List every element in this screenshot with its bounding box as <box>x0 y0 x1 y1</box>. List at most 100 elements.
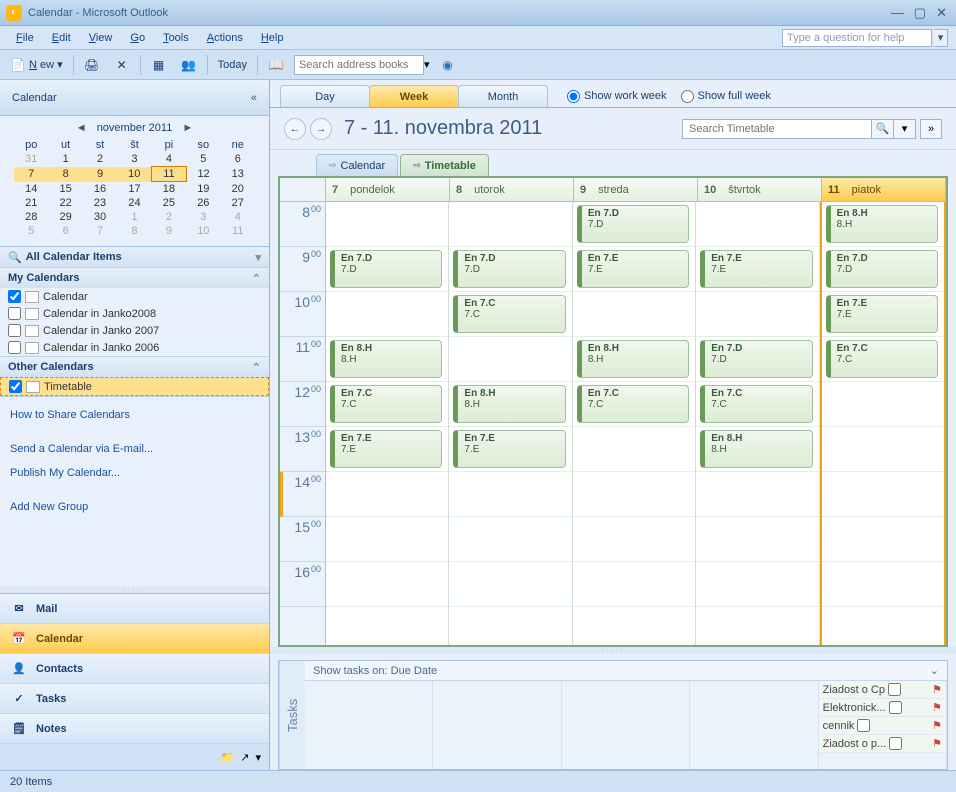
search-dropdown[interactable]: ▾ <box>894 119 916 139</box>
minical-day[interactable]: 6 <box>48 224 82 238</box>
minical-day[interactable]: 9 <box>152 224 186 238</box>
appointment[interactable]: En 7.D7.D <box>330 250 442 288</box>
minical-day[interactable]: 29 <box>48 210 82 224</box>
appointment[interactable]: En 8.H8.H <box>330 340 442 378</box>
show-work-week[interactable]: Show work week <box>567 90 667 103</box>
minical-day[interactable]: 8 <box>48 167 82 182</box>
calendar-item[interactable]: Calendar in Janko2008 <box>0 305 269 322</box>
task-column[interactable] <box>433 681 561 769</box>
minical-day[interactable]: 2 <box>83 152 117 167</box>
prev-month[interactable]: ◄ <box>76 122 87 134</box>
appointment[interactable]: En 7.C7.C <box>577 385 689 423</box>
minimize-button[interactable]: — <box>888 5 907 21</box>
day-column[interactable]: En 7.E7.EEn 7.D7.DEn 7.C7.CEn 8.H8.H <box>696 202 819 645</box>
minical-day[interactable]: 4 <box>152 152 186 167</box>
view-day[interactable]: Day <box>280 85 370 107</box>
nav-notes[interactable]: 🗒Notes <box>0 714 269 744</box>
maximize-button[interactable]: ▢ <box>911 5 929 21</box>
search-button[interactable]: 🔍 <box>872 119 894 139</box>
show-full-week[interactable]: Show full week <box>681 90 771 103</box>
minical-day[interactable]: 31 <box>14 152 48 167</box>
calendar-checkbox[interactable] <box>8 307 21 320</box>
task-checkbox[interactable] <box>857 719 870 732</box>
minical-day[interactable]: 21 <box>14 196 48 210</box>
view-month[interactable]: Month <box>458 85 548 107</box>
today-button[interactable]: Today <box>214 57 251 73</box>
appointment[interactable]: En 7.C7.C <box>700 385 812 423</box>
task-column[interactable] <box>305 681 433 769</box>
minical-day[interactable]: 17 <box>117 182 151 197</box>
minical-day[interactable]: 9 <box>83 167 117 182</box>
minical-day[interactable]: 26 <box>186 196 220 210</box>
next-month[interactable]: ► <box>182 122 193 134</box>
day-column[interactable]: En 7.D7.DEn 7.E7.EEn 8.H8.HEn 7.C7.C <box>573 202 696 645</box>
flag-icon[interactable]: ⚑ <box>932 683 942 696</box>
day-column[interactable]: En 8.H8.HEn 7.D7.DEn 7.E7.EEn 7.C7.C <box>820 202 946 645</box>
appointment[interactable]: En 7.E7.E <box>453 430 565 468</box>
calendar-item[interactable]: Calendar in Janko 2006 <box>0 339 269 356</box>
appointment[interactable]: En 7.E7.E <box>826 295 938 333</box>
appointment[interactable]: En 7.D7.D <box>826 250 938 288</box>
print-button[interactable]: 🖨 <box>80 55 104 75</box>
addressbook-button[interactable]: 📖 <box>264 55 288 75</box>
minical-day[interactable]: 23 <box>83 196 117 210</box>
minical-day[interactable]: 2 <box>152 210 186 224</box>
task-item[interactable]: cennik⚑ <box>819 717 946 735</box>
day-header[interactable]: 11piatok <box>822 178 946 201</box>
calendar-item[interactable]: Calendar <box>0 288 269 305</box>
appointment[interactable]: En 8.H8.H <box>700 430 812 468</box>
minical-day[interactable]: 18 <box>152 182 186 197</box>
minical-day[interactable]: 27 <box>221 196 255 210</box>
minical-day[interactable]: 25 <box>152 196 186 210</box>
minical-day[interactable]: 10 <box>117 167 151 182</box>
minical-day[interactable]: 14 <box>14 182 48 197</box>
flag-icon[interactable]: ⚑ <box>932 719 942 732</box>
day-header[interactable]: 9streda <box>574 178 698 201</box>
address-dropdown[interactable]: ▾ <box>424 58 430 71</box>
minical-day[interactable]: 11 <box>152 167 186 182</box>
minical-day[interactable]: 7 <box>83 224 117 238</box>
minical-day[interactable]: 28 <box>14 210 48 224</box>
menu-view[interactable]: View <box>81 29 121 47</box>
task-column[interactable] <box>562 681 690 769</box>
minical-day[interactable]: 12 <box>186 167 220 182</box>
month-label[interactable]: november 2011 <box>97 122 173 134</box>
folder-icon[interactable]: 📁 <box>221 751 235 764</box>
help-button[interactable]: ◉ <box>435 55 459 75</box>
appointment[interactable]: En 7.D7.D <box>577 205 689 243</box>
calendar-checkbox[interactable] <box>8 290 21 303</box>
minical-day[interactable]: 24 <box>117 196 151 210</box>
minical-day[interactable]: 3 <box>117 152 151 167</box>
day-header[interactable]: 7pondelok <box>326 178 450 201</box>
task-column[interactable] <box>690 681 818 769</box>
grid-grip[interactable]: ····· <box>270 647 956 654</box>
minical-day[interactable]: 30 <box>83 210 117 224</box>
send-link[interactable]: Send a Calendar via E-mail... <box>10 437 259 461</box>
shortcuts-icon[interactable]: ↗ <box>240 751 249 764</box>
appointment[interactable]: En 7.D7.D <box>453 250 565 288</box>
calendar-item[interactable]: Calendar in Janko 2007 <box>0 322 269 339</box>
task-item[interactable]: Elektronick...⚑ <box>819 699 946 717</box>
collapse-icon[interactable]: « <box>251 92 257 104</box>
minical-day[interactable]: 15 <box>48 182 82 197</box>
flag-icon[interactable]: ⚑ <box>932 737 942 750</box>
delete-button[interactable]: ✕ <box>110 55 134 75</box>
appointment[interactable]: En 7.E7.E <box>330 430 442 468</box>
calendar-search[interactable] <box>682 119 872 139</box>
minical-day[interactable]: 3 <box>186 210 220 224</box>
minical-day[interactable]: 7 <box>14 167 48 182</box>
address-search[interactable] <box>294 55 424 75</box>
nav-contacts[interactable]: 👤Contacts <box>0 654 269 684</box>
appointment[interactable]: En 7.E7.E <box>700 250 812 288</box>
more-nav[interactable]: ▾ <box>255 751 261 764</box>
nav-mail[interactable]: ✉Mail <box>0 594 269 624</box>
minical-day[interactable]: 5 <box>186 152 220 167</box>
menu-actions[interactable]: Actions <box>199 29 251 47</box>
appointment[interactable]: En 7.C7.C <box>826 340 938 378</box>
minical-day[interactable]: 19 <box>186 182 220 197</box>
appointment[interactable]: En 7.C7.C <box>330 385 442 423</box>
day-header[interactable]: 10štvrtok <box>698 178 822 201</box>
day-column[interactable]: En 7.D7.DEn 7.C7.CEn 8.H8.HEn 7.E7.E <box>449 202 572 645</box>
all-calendar-items[interactable]: 🔍All Calendar Items▾ <box>0 247 269 267</box>
prev-week[interactable]: ← <box>284 118 306 140</box>
